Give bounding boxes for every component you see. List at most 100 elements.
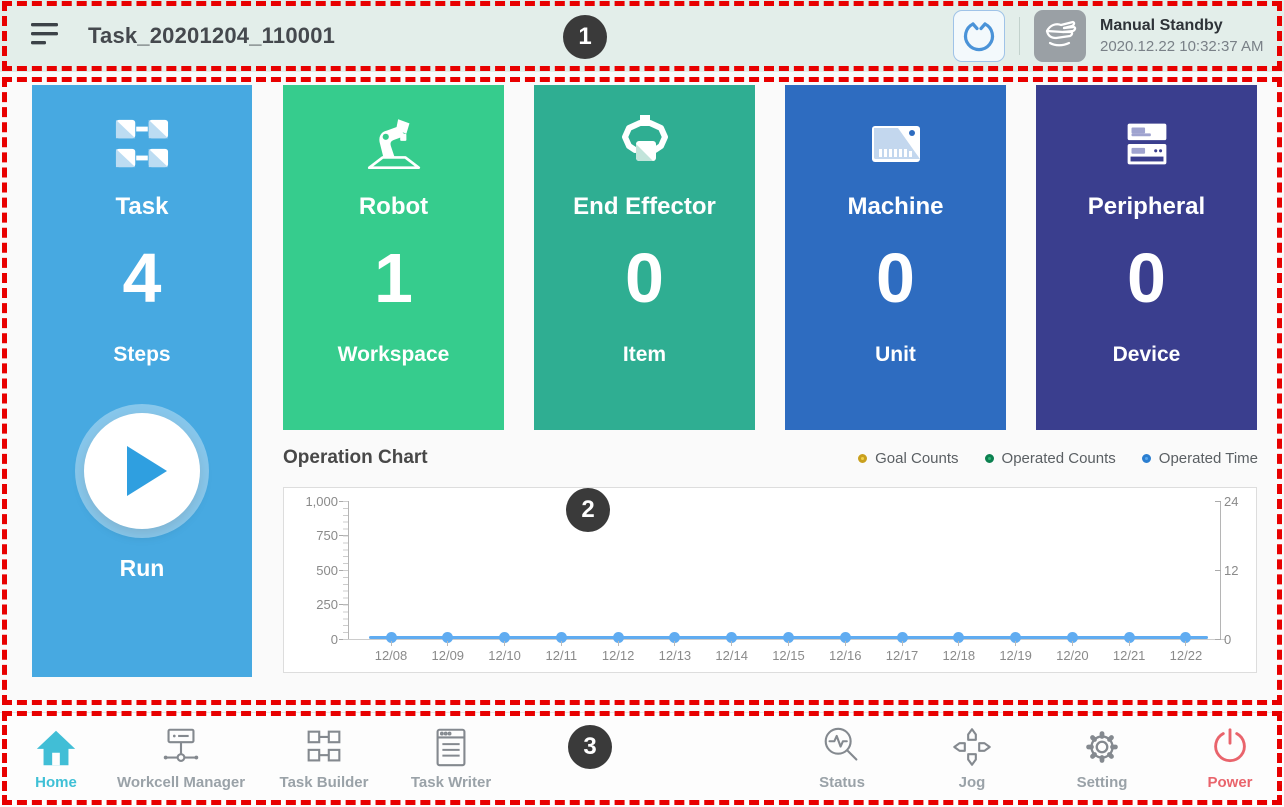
- operated-counts-dot-icon: [985, 454, 994, 463]
- gripper-item-icon: [613, 111, 677, 177]
- run-button[interactable]: Run: [84, 413, 200, 582]
- mode-status: Manual Standby 2020.12.22 10:32:37 AM: [1100, 17, 1270, 55]
- x-tick-label: 12/16: [823, 641, 867, 663]
- x-tick-label: 12/15: [766, 641, 810, 663]
- x-tick-label: 12/11: [539, 641, 583, 663]
- nav-label: Home: [35, 774, 77, 791]
- legend-label: Operated Time: [1159, 450, 1258, 467]
- robot-dashboard-screen: Task_20201204_110001: [0, 0, 1284, 807]
- x-axis-labels: 12/08 12/09 12/10 12/11 12/12 12/13 12/14 12/15…: [369, 641, 1208, 663]
- nav-right-group: Status Jog: [792, 722, 1278, 791]
- y-tick-label: 250: [292, 597, 338, 612]
- nav-power[interactable]: Power: [1182, 722, 1278, 791]
- mode-status-datetime: 2020.12.22 10:32:37 AM: [1100, 38, 1270, 55]
- nav-label: Power: [1207, 774, 1252, 791]
- robot-arm-icon: [361, 111, 427, 177]
- play-icon: [84, 413, 200, 529]
- card-label: Task: [116, 193, 169, 221]
- card-end-effector[interactable]: End Effector 0 Item: [534, 85, 755, 430]
- card-unit: Item: [623, 343, 666, 367]
- workcell-manager-icon: [156, 722, 206, 772]
- nav-jog[interactable]: Jog: [922, 722, 1022, 791]
- home-icon: [33, 722, 79, 772]
- card-unit: Workspace: [338, 343, 450, 367]
- task-builder-icon: [301, 722, 347, 772]
- nav-label: Status: [819, 774, 865, 791]
- y-tick-label: 500: [292, 563, 338, 578]
- card-count: 4: [123, 243, 162, 313]
- left-y-axis: [348, 501, 349, 639]
- card-label: Machine: [847, 193, 943, 221]
- nav-label: Task Builder: [280, 774, 369, 791]
- x-tick-label: 12/13: [653, 641, 697, 663]
- nav-left-group: Home Workcell Manager: [18, 722, 510, 791]
- card-unit: Device: [1113, 343, 1181, 367]
- legend-label: Goal Counts: [875, 450, 958, 467]
- manual-mode-button[interactable]: [1034, 10, 1086, 62]
- legend-operated-counts: Operated Counts: [985, 450, 1116, 467]
- gripper-icon: [962, 18, 996, 55]
- task-writer-icon: [428, 722, 474, 772]
- y-tick-label: 750: [292, 528, 338, 543]
- legend-label: Operated Counts: [1002, 450, 1116, 467]
- x-tick-label: 12/18: [937, 641, 981, 663]
- nav-task-writer[interactable]: Task Writer: [392, 722, 510, 791]
- task-title: Task_20201204_110001: [88, 23, 335, 49]
- x-tick-label: 12/21: [1107, 641, 1151, 663]
- card-count: 1: [374, 243, 413, 313]
- peripheral-server-icon: [1116, 111, 1178, 177]
- card-machine[interactable]: Machine 0 Unit: [785, 85, 1006, 430]
- legend-goal-counts: Goal Counts: [858, 450, 958, 467]
- nav-status[interactable]: Status: [792, 722, 892, 791]
- x-tick-label: 12/19: [994, 641, 1038, 663]
- hamburger-icon: [30, 21, 60, 51]
- card-count: 0: [625, 243, 664, 313]
- topbar-right-group: Manual Standby 2020.12.22 10:32:37 AM: [953, 10, 1270, 62]
- end-effector-test-button[interactable]: [953, 10, 1005, 62]
- nav-label: Workcell Manager: [117, 774, 245, 791]
- card-unit: Unit: [875, 343, 916, 367]
- card-task[interactable]: Task 4 Steps Run: [32, 85, 252, 677]
- y-tick-label: 1,000: [292, 494, 338, 509]
- topbar-divider: [1019, 17, 1020, 55]
- run-label: Run: [120, 555, 165, 582]
- card-label: Robot: [359, 193, 428, 221]
- x-tick-label: 12/17: [880, 641, 924, 663]
- menu-button[interactable]: [30, 21, 60, 51]
- card-unit: Steps: [113, 343, 170, 367]
- card-peripheral[interactable]: Peripheral 0 Device: [1036, 85, 1257, 430]
- x-tick-label: 12/08: [369, 641, 413, 663]
- card-robot[interactable]: Robot 1 Workspace: [283, 85, 504, 430]
- top-bar: Task_20201204_110001: [0, 0, 1284, 72]
- nav-workcell-manager[interactable]: Workcell Manager: [106, 722, 256, 791]
- right-y-tick-label: 0: [1224, 632, 1248, 647]
- nav-label: Task Writer: [411, 774, 491, 791]
- card-count: 0: [1127, 243, 1166, 313]
- nav-label: Jog: [959, 774, 986, 791]
- nav-home[interactable]: Home: [18, 722, 94, 791]
- operated-time-dot-icon: [1142, 454, 1151, 463]
- legend-operated-time: Operated Time: [1142, 450, 1258, 467]
- x-tick-label: 12/10: [483, 641, 527, 663]
- x-tick-label: 12/22: [1164, 641, 1208, 663]
- card-label: End Effector: [573, 193, 716, 221]
- y-tick-label: 0: [292, 632, 338, 647]
- nav-label: Setting: [1077, 774, 1128, 791]
- x-tick-label: 12/14: [710, 641, 754, 663]
- setting-gear-icon: [1079, 722, 1125, 772]
- nav-setting[interactable]: Setting: [1052, 722, 1152, 791]
- task-steps-icon: [111, 111, 173, 177]
- card-label: Peripheral: [1088, 193, 1205, 221]
- right-y-tick-label: 12: [1224, 563, 1248, 578]
- nav-task-builder[interactable]: Task Builder: [268, 722, 380, 791]
- operation-chart-title: Operation Chart: [283, 447, 428, 469]
- x-tick-label: 12/12: [596, 641, 640, 663]
- jog-dpad-icon: [949, 722, 995, 772]
- goal-counts-dot-icon: [858, 454, 867, 463]
- power-icon: [1207, 722, 1253, 772]
- chart-legend: Goal Counts Operated Counts Operated Tim…: [858, 450, 1258, 467]
- status-pulse-icon: [819, 722, 865, 772]
- hand-icon: [1042, 17, 1078, 56]
- x-tick-label: 12/20: [1050, 641, 1094, 663]
- x-tick-label: 12/09: [426, 641, 470, 663]
